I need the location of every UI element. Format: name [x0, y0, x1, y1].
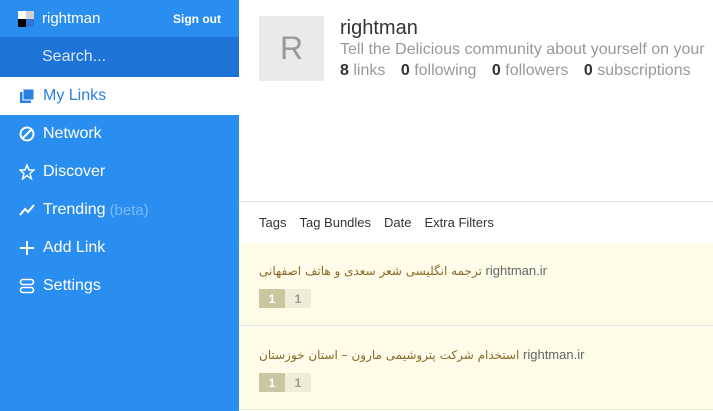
sidebar-item-label: Network — [43, 125, 102, 142]
my-links-icon — [18, 87, 36, 105]
stat-following[interactable]: 0 following — [401, 62, 477, 79]
sidebar-item-my-links[interactable]: My Links — [0, 77, 239, 115]
stat-followers[interactable]: 0 followers — [492, 62, 569, 79]
sidebar-item-discover[interactable]: Discover — [0, 153, 239, 191]
list-item: استخدام شرکت پتروشیمی مارون – استان خوزس… — [239, 327, 713, 410]
search-bar — [0, 37, 239, 77]
trending-icon — [18, 201, 36, 219]
avatar[interactable]: R — [259, 16, 324, 81]
filter-tags[interactable]: Tags — [259, 215, 286, 230]
sidebar-item-add-link[interactable]: Add Link — [0, 229, 239, 267]
public-count[interactable]: 1 — [285, 289, 311, 308]
stat-subscriptions[interactable]: 0 subscriptions — [584, 62, 691, 79]
filter-bar: Tags Tag Bundles Date Extra Filters — [239, 201, 713, 243]
save-count[interactable]: 1 — [259, 373, 285, 392]
link-counts: 1 1 — [259, 373, 311, 392]
public-count[interactable]: 1 — [285, 373, 311, 392]
sidebar-item-trending[interactable]: Trending (beta) — [0, 191, 239, 229]
delicious-logo[interactable] — [18, 10, 34, 27]
plus-icon — [18, 239, 36, 257]
filter-tag-bundles[interactable]: Tag Bundles — [299, 215, 371, 230]
profile-info: rightman Tell the Delicious community ab… — [340, 16, 713, 82]
list-item: ترجمه انگلیسی شعر سعدی و هاتف اصفهانی ri… — [239, 243, 713, 326]
save-count[interactable]: 1 — [259, 289, 285, 308]
link-title[interactable]: ترجمه انگلیسی شعر سعدی و هاتف اصفهانی ri… — [259, 263, 547, 278]
main-content: R rightman Tell the Delicious community … — [239, 0, 713, 411]
star-icon — [18, 163, 36, 181]
username[interactable]: rightman — [42, 10, 173, 27]
settings-icon — [18, 277, 36, 295]
sidebar-item-settings[interactable]: Settings — [0, 267, 239, 305]
profile-stats: 8 links 0 following 0 followers 0 subscr… — [340, 60, 713, 82]
sidebar-item-label: Add Link — [43, 239, 106, 256]
sign-out-link[interactable]: Sign out — [173, 12, 221, 26]
link-domain: rightman.ir — [485, 263, 547, 278]
sidebar-nav: My Links Network Discover Trending (beta… — [0, 77, 239, 305]
sidebar-item-label: My Links — [43, 87, 107, 104]
link-counts: 1 1 — [259, 289, 311, 308]
sidebar: rightman Sign out My Links Network Disco… — [0, 0, 239, 411]
top-bar: rightman Sign out — [0, 0, 239, 37]
profile-header: R rightman Tell the Delicious community … — [259, 16, 713, 86]
filter-date[interactable]: Date — [384, 215, 411, 230]
profile-bio[interactable]: Tell the Delicious community about yours… — [340, 40, 713, 60]
profile-name: rightman — [340, 17, 418, 39]
sidebar-item-label: Discover — [43, 163, 106, 180]
link-domain: rightman.ir — [523, 347, 585, 362]
search-input[interactable] — [42, 48, 222, 66]
link-title[interactable]: استخدام شرکت پتروشیمی مارون – استان خوزس… — [259, 347, 584, 362]
network-icon — [18, 125, 36, 143]
sidebar-item-label: Settings — [43, 277, 101, 294]
sidebar-item-label: Trending — [43, 201, 106, 218]
beta-badge: (beta) — [109, 201, 149, 219]
stat-links[interactable]: 8 links — [340, 62, 385, 79]
filter-extra[interactable]: Extra Filters — [425, 215, 494, 230]
sidebar-item-network[interactable]: Network — [0, 115, 239, 153]
